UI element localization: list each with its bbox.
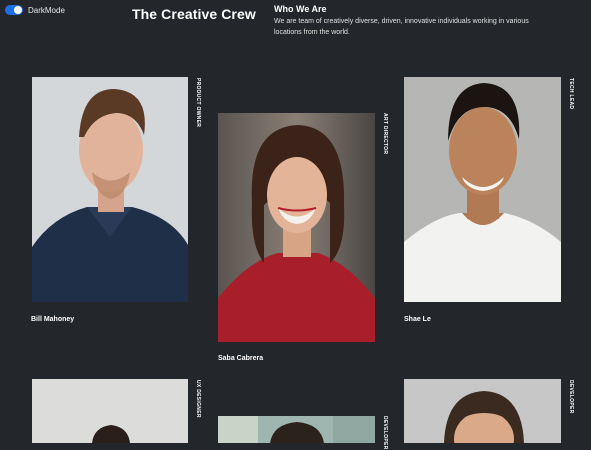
member-photo	[404, 379, 561, 443]
member-role: DEVELOPER	[568, 380, 574, 414]
about-section: Who We Are We are team of creatively div…	[274, 4, 534, 38]
dark-mode-label: DarkMode	[28, 5, 65, 15]
member-name: Saba Cabrera	[218, 355, 264, 362]
member-photo	[32, 77, 188, 302]
member-role: TECH LEAD	[568, 78, 574, 110]
about-heading: Who We Are	[274, 4, 327, 14]
member-role: PRODUCT OWNER	[195, 78, 201, 128]
toggle-knob	[14, 6, 22, 14]
member-name: Shae Le	[404, 316, 431, 323]
member-name: Bill Mahoney	[31, 316, 75, 323]
member-role: ART DIRECTOR	[382, 113, 388, 155]
member-photo	[218, 113, 375, 342]
member-photo	[218, 416, 375, 443]
member-photo	[404, 77, 561, 302]
page-title: The Creative Crew	[132, 6, 256, 22]
member-role: DEVELOPER	[382, 416, 388, 450]
dark-mode-toggle[interactable]: DarkMode	[5, 5, 65, 15]
member-photo	[32, 379, 188, 443]
member-role: UX DESIGNER	[195, 380, 201, 418]
toggle-switch[interactable]	[5, 5, 23, 15]
about-text: We are team of creatively diverse, drive…	[274, 18, 529, 36]
